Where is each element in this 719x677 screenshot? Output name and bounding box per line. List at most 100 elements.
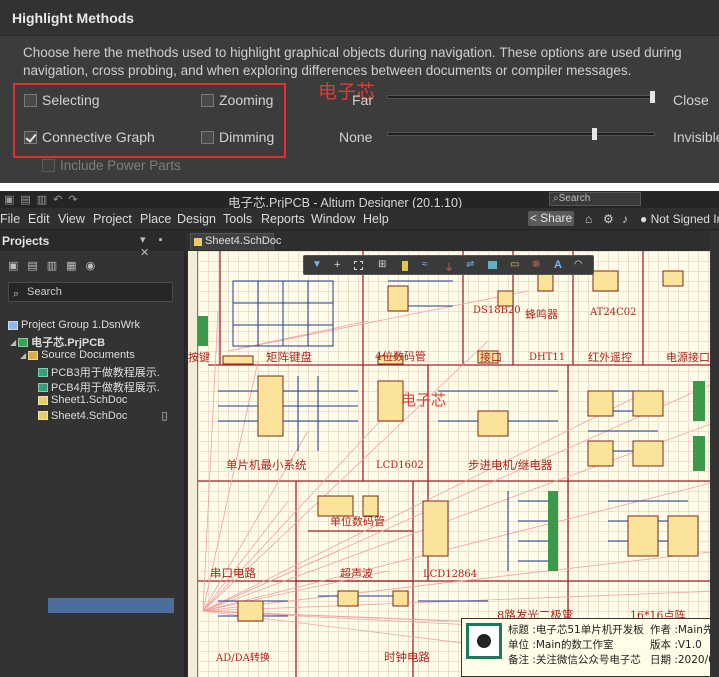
arc-icon[interactable]: ◠ [574, 259, 584, 271]
port-icon[interactable]: ▭ [510, 259, 520, 271]
include-power-parts-checkbox[interactable] [42, 159, 55, 172]
expand-icon[interactable]: ◢ [10, 338, 16, 347]
title-block-note: 备注 :关注微信公众号电子芯 [508, 654, 641, 666]
tree-item-label: Source Documents [41, 349, 135, 361]
block-label-lcd1602: LCD1602 [376, 460, 424, 471]
dim-slider-min-label: None [339, 129, 373, 145]
move-icon[interactable]: + [334, 259, 344, 271]
user-icon: ● [640, 212, 651, 226]
block-label-seg4: 4位数码管 [375, 350, 426, 363]
panel-description: Choose here the methods used to highligh… [23, 45, 682, 78]
zoom-slider-max-label: Close [673, 92, 709, 108]
tree-item-sheet1[interactable]: Sheet1.SchDoc [38, 394, 127, 406]
projects-panel-title: Projects [2, 234, 50, 248]
menu-bar: File Edit View Project Place Design Tool… [0, 208, 719, 230]
menu-file[interactable]: File [0, 212, 20, 226]
block-label-lcd12864: LCD12864 [423, 569, 478, 580]
wire-icon[interactable]: ≈ [422, 259, 432, 271]
tree-item-pcb3[interactable]: PCB3用于做教程展示. [38, 364, 160, 380]
part-icon[interactable] [402, 261, 408, 271]
qr-code-logo [477, 634, 491, 648]
home-icon[interactable]: ⌂ [585, 212, 592, 226]
global-search-input[interactable]: ⌕Search [549, 192, 641, 206]
tree-item-label: 电子芯.PrjPCB [31, 337, 106, 349]
include-power-parts-option[interactable]: Include Power Parts [42, 158, 181, 173]
title-block-unit: 单位 :Main的数工作室 [508, 639, 614, 651]
panel-header: Highlight Methods [0, 0, 719, 36]
filter-icon[interactable]: ▼ [312, 259, 322, 271]
tree-item-label: PCB4用于做教程展示. [51, 382, 160, 394]
wires [218, 280, 688, 617]
account-label: Not Signed In [650, 212, 719, 226]
tab-sheet4[interactable]: Sheet4.SchDoc [190, 233, 281, 250]
menu-view[interactable]: View [58, 212, 85, 226]
share-icon: < [529, 211, 541, 225]
quick-access-icons[interactable]: ▣▤▥↶↷ [4, 193, 84, 206]
title-block-title: 标题 :电子芯51单片机开发板 [508, 624, 644, 636]
tree-item-label: Project Group 1.DsnWrk [21, 319, 141, 331]
schematic-canvas[interactable]: 按键 矩阵键盘 4位数码管 DS18B20 蜂鸣器 AT24C02 接口 DHT… [188, 251, 719, 677]
menu-project[interactable]: Project [93, 212, 132, 226]
tree-item-source-documents[interactable]: ◢ Source Documents [20, 349, 135, 361]
zoom-slider[interactable] [387, 95, 655, 99]
right-panel-strip [710, 231, 719, 677]
select-icon[interactable] [354, 261, 363, 270]
harness-icon[interactable] [488, 261, 497, 269]
menu-place[interactable]: Place [140, 212, 171, 226]
menu-window[interactable]: Window [311, 212, 355, 226]
block-label-seg1: 单位数码管 [330, 515, 385, 528]
projects-search-input[interactable]: ⌕ Search [8, 282, 173, 302]
projects-toolbar[interactable]: ▣▤▥▦◉ [8, 259, 104, 272]
gear-icon[interactable]: ⚙ [603, 212, 614, 226]
bus-icon[interactable]: ⇌ [466, 259, 476, 271]
tree-item-label: Sheet4.SchDoc [51, 409, 128, 422]
projects-panel: Projects ▾ ▪ ✕ ▣▤▥▦◉ ⌕ Search Project Gr… [0, 231, 185, 677]
title-block-author: 作者 :Main先生 [650, 624, 719, 636]
block-label-matrix-keyboard: 矩阵键盘 [266, 350, 312, 364]
block-label-mcu-min: 单片机最小系统 [226, 458, 307, 472]
align-icon[interactable]: ⊞ [378, 259, 388, 271]
dim-slider-thumb[interactable] [592, 128, 597, 140]
tree-item-label: PCB3用于做教程展示. [51, 367, 160, 379]
canvas-ruler [188, 251, 198, 677]
zoom-slider-min-label: Far [352, 92, 373, 108]
block-label-adda: AD/DA转换 [216, 653, 270, 664]
block-label-stepper: 步进电机/继电器 [468, 458, 553, 472]
tab-label: Sheet4.SchDoc [205, 235, 282, 247]
schematic-doc-icon [38, 411, 48, 420]
zoom-slider-thumb[interactable] [650, 91, 655, 103]
title-block-version: 版本 :V1.0 [650, 639, 702, 651]
tree-item-label: Sheet1.SchDoc [51, 394, 128, 406]
menu-tools[interactable]: Tools [223, 212, 252, 226]
panel-controls[interactable]: ▾ ▪ ✕ [140, 233, 185, 259]
text-icon[interactable]: A [554, 259, 564, 271]
bell-icon[interactable]: ♪ [622, 212, 628, 226]
menu-design[interactable]: Design [177, 212, 216, 226]
highlight-annotation-box [13, 83, 286, 158]
projects-search-placeholder: Search [27, 286, 62, 298]
altium-window: ▣▤▥↶↷ 电子芯.PrjPCB - Altium Designer (20.1… [0, 191, 719, 677]
workspace-icon [8, 320, 18, 330]
menu-help[interactable]: Help [363, 212, 389, 226]
share-button[interactable]: < Share [528, 211, 574, 226]
watermark-text: 电子芯 [401, 391, 447, 409]
block-label-ultrasonic: 超声波 [340, 567, 373, 580]
power-port-icon[interactable]: ⏚ [444, 259, 454, 274]
tree-item-project[interactable]: ◢ 电子芯.PrjPCB [10, 334, 105, 350]
document-tab-bar: Sheet4.SchDoc [186, 231, 719, 251]
tree-item-project-group[interactable]: Project Group 1.DsnWrk [8, 319, 140, 331]
dim-slider[interactable] [387, 132, 655, 136]
active-bar-toolbar: ▼ + ⊞ ≈ ⏚ ⇌ ▭ ⊗ A ◠ [303, 255, 594, 275]
menu-reports[interactable]: Reports [261, 212, 305, 226]
projects-panel-header: Projects ▾ ▪ ✕ [0, 231, 185, 259]
panel-title: Highlight Methods [12, 10, 135, 26]
expand-icon[interactable]: ◢ [20, 351, 26, 360]
menu-edit[interactable]: Edit [28, 212, 50, 226]
highlight-methods-panel: Highlight Methods Choose here the method… [0, 0, 719, 183]
tree-item-pcb4[interactable]: PCB4用于做教程展示. [38, 379, 160, 395]
no-erc-icon[interactable]: ⊗ [532, 259, 542, 271]
block-label-interface: 接口 [480, 351, 502, 364]
tree-item-sheet4[interactable]: Sheet4.SchDoc ▯ [38, 409, 178, 422]
search-icon: ⌕ [13, 288, 20, 300]
account-status[interactable]: ● Not Signed In [640, 212, 719, 226]
